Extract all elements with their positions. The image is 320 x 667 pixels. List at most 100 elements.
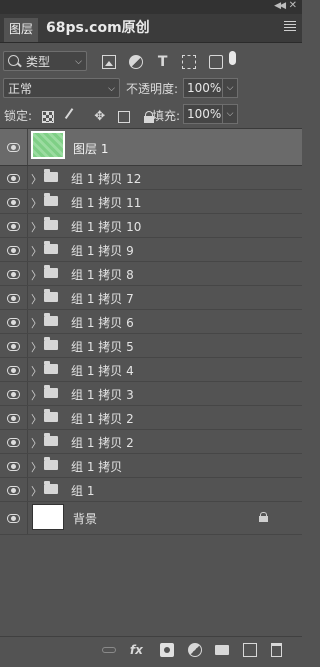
chevron-right-icon[interactable]: 〉 <box>31 243 42 259</box>
group-name: 组 1 拷贝 3 <box>71 388 134 402</box>
chevron-right-icon[interactable]: 〉 <box>31 195 42 211</box>
lock-transparency-icon[interactable] <box>42 110 54 123</box>
panel-menu-icon[interactable] <box>284 21 296 33</box>
lock-artboard-icon[interactable] <box>118 110 131 123</box>
opacity-dropdown-button[interactable]: ⌵ <box>222 78 238 98</box>
group-row[interactable]: 〉 组 1 拷贝 6 <box>0 310 302 334</box>
folder-icon <box>44 169 58 182</box>
new-group-icon[interactable] <box>215 644 230 655</box>
chevron-right-icon[interactable]: 〉 <box>31 411 42 427</box>
group-name: 组 1 拷贝 <box>71 460 123 474</box>
opacity-input[interactable]: 100% <box>183 78 223 98</box>
filter-toggle-switch[interactable] <box>229 51 236 65</box>
eye-icon[interactable] <box>7 461 20 471</box>
folder-icon <box>44 481 58 494</box>
eye-icon[interactable] <box>7 293 20 303</box>
folder-icon <box>44 217 58 230</box>
chevron-down-icon: ⌵ <box>108 84 115 94</box>
new-layer-icon[interactable] <box>243 642 258 657</box>
group-name: 组 1 拷贝 2 <box>71 436 134 450</box>
kind-filter-label: 类型 <box>26 55 51 69</box>
tab-layers[interactable]: 图层 <box>4 18 38 42</box>
adjustment-layer-icon[interactable] <box>187 642 202 657</box>
folder-icon <box>44 193 58 206</box>
eye-icon[interactable] <box>7 365 20 375</box>
fill-input[interactable]: 100% <box>183 104 223 124</box>
text-filter-icon[interactable]: T <box>156 55 170 69</box>
folder-icon <box>44 457 58 470</box>
blend-mode-select[interactable]: 正常 ⌵ <box>3 78 120 98</box>
smart-object-filter-icon[interactable] <box>209 54 224 69</box>
collapse-icon[interactable]: ◀◀ <box>274 1 286 11</box>
group-row[interactable]: 〉 组 1 拷贝 8 <box>0 262 302 286</box>
adjustment-filter-icon[interactable] <box>128 54 143 69</box>
layer-name: 图层 1 <box>73 142 109 156</box>
lock-position-icon[interactable]: ✥ <box>94 110 106 123</box>
panel-tabbar: 图层 68ps.com原创 <box>0 14 302 43</box>
eye-icon[interactable] <box>7 143 20 152</box>
group-row[interactable]: 〉 组 1 拷贝 11 <box>0 190 302 214</box>
chevron-right-icon[interactable]: 〉 <box>31 171 42 187</box>
folder-icon <box>44 433 58 446</box>
group-name: 组 1 拷贝 9 <box>71 244 134 258</box>
eye-icon[interactable] <box>7 485 20 495</box>
add-mask-icon[interactable] <box>159 642 174 657</box>
group-row[interactable]: 〉 组 1 拷贝 10 <box>0 214 302 238</box>
folder-icon <box>44 289 58 302</box>
kind-filter-select[interactable]: 类型 ⌵ <box>3 51 87 71</box>
background-layer-row[interactable]: 背景 <box>0 502 302 535</box>
group-row[interactable]: 〉 组 1 拷贝 4 <box>0 358 302 382</box>
group-row[interactable]: 〉 组 1 <box>0 478 302 502</box>
chevron-right-icon[interactable]: 〉 <box>31 291 42 307</box>
eye-icon[interactable] <box>7 341 20 351</box>
fill-dropdown-button[interactable]: ⌵ <box>222 104 238 124</box>
eye-icon[interactable] <box>7 317 20 327</box>
folder-icon <box>44 241 58 254</box>
group-row[interactable]: 〉 组 1 拷贝 7 <box>0 286 302 310</box>
chevron-right-icon[interactable]: 〉 <box>31 339 42 355</box>
group-name: 组 1 拷贝 10 <box>71 220 142 234</box>
close-icon[interactable]: ✕ <box>289 0 297 11</box>
folder-icon <box>44 337 58 350</box>
group-name: 组 1 拷贝 7 <box>71 292 134 306</box>
chevron-right-icon[interactable]: 〉 <box>31 267 42 283</box>
group-row[interactable]: 〉 组 1 拷贝 9 <box>0 238 302 262</box>
chevron-right-icon[interactable]: 〉 <box>31 315 42 331</box>
chevron-right-icon[interactable]: 〉 <box>31 219 42 235</box>
eye-icon[interactable] <box>7 221 20 231</box>
chevron-right-icon[interactable]: 〉 <box>31 435 42 451</box>
eye-icon[interactable] <box>7 269 20 279</box>
group-row[interactable]: 〉 组 1 拷贝 3 <box>0 382 302 406</box>
eye-icon[interactable] <box>7 437 20 447</box>
eye-icon[interactable] <box>7 514 20 523</box>
folder-icon <box>44 361 58 374</box>
chevron-right-icon[interactable]: 〉 <box>31 387 42 403</box>
panel-titlebar: ◀◀ ✕ <box>0 0 302 14</box>
group-row[interactable]: 〉 组 1 拷贝 <box>0 454 302 478</box>
chevron-right-icon[interactable]: 〉 <box>31 459 42 475</box>
lock-pixels-icon[interactable] <box>64 107 84 126</box>
shape-filter-icon[interactable] <box>182 54 197 69</box>
group-row[interactable]: 〉 组 1 拷贝 2 <box>0 406 302 430</box>
chevron-right-icon[interactable]: 〉 <box>31 363 42 379</box>
link-layers-icon[interactable] <box>102 646 117 653</box>
group-row[interactable]: 〉 组 1 拷贝 2 <box>0 430 302 454</box>
fx-icon[interactable]: fx <box>130 643 146 657</box>
trash-icon[interactable] <box>271 642 282 657</box>
image-filter-icon[interactable] <box>102 54 116 69</box>
eye-icon[interactable] <box>7 197 20 207</box>
layers-bottom-toolbar: fx <box>0 636 302 663</box>
eye-icon[interactable] <box>7 245 20 255</box>
eye-icon[interactable] <box>7 389 20 399</box>
group-row[interactable]: 〉 组 1 拷贝 12 <box>0 166 302 190</box>
blend-mode-label: 正常 <box>8 82 33 96</box>
fill-label: 填充: <box>152 109 181 123</box>
layer-row-selected[interactable]: 图层 1 <box>0 129 302 166</box>
chevron-right-icon[interactable]: 〉 <box>31 483 42 499</box>
blend-row: 正常 ⌵ 不透明度: 100% ⌵ <box>0 76 302 102</box>
group-name: 组 1 拷贝 11 <box>71 196 142 210</box>
background-layer-name: 背景 <box>73 512 98 526</box>
eye-icon[interactable] <box>7 413 20 423</box>
eye-icon[interactable] <box>7 173 20 183</box>
group-row[interactable]: 〉 组 1 拷贝 5 <box>0 334 302 358</box>
